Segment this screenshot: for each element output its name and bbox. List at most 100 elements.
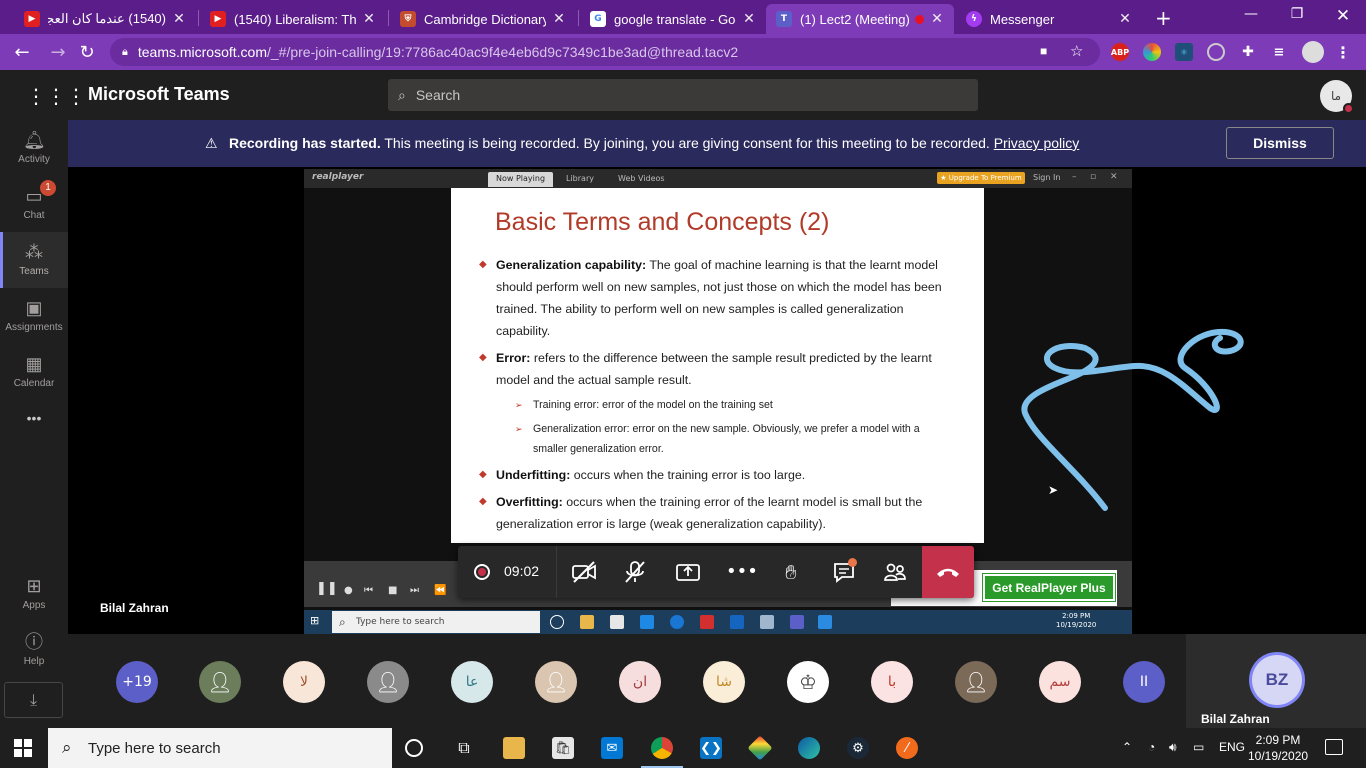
browser-tab[interactable]: ⛨ Cambridge Dictionary | ✕ [390,4,576,34]
close-tab-icon[interactable]: ✕ [1118,11,1132,27]
taskbar-search-box[interactable]: ⌕ Type here to search [48,728,392,768]
rail-item-apps[interactable]: ⊞ Apps [0,566,68,622]
browser-tab[interactable]: ▶ (1540) عندما كان العجيري ✕ [14,4,196,34]
rail-item-assignments[interactable]: ▣ Assignments [0,288,68,344]
restore-window-button[interactable]: ❐ [1274,6,1320,22]
camera-blocked-icon[interactable]: ■ [1040,44,1047,58]
privacy-policy-link[interactable]: Privacy policy [994,135,1080,151]
rail-item-chat[interactable]: ▭ 1 Chat [0,176,68,232]
share-screen-button[interactable] [675,559,701,585]
browser-tab[interactable]: ϟ Messenger ✕ [956,4,1142,34]
rail-item-activity[interactable]: 🔔︎ Activity [0,120,68,176]
windows-start-button[interactable] [14,739,32,757]
participant-avatar[interactable]: ان [619,661,661,703]
show-hidden-icons[interactable]: ⌃ [1122,740,1132,754]
mail-icon[interactable]: ✉ [601,737,623,759]
browser-tab[interactable]: G google translate - Goog ✕ [580,4,766,34]
recording-dot-icon [915,14,924,24]
participant-avatar[interactable]: شا [703,661,745,703]
raise-hand-button[interactable]: ✋︎ [778,559,804,585]
media-control-icon[interactable]: ≡ [1270,43,1288,61]
arrow-bullet-icon: ➢ [515,400,523,410]
file-explorer-icon[interactable] [503,737,525,759]
file-explorer-icon [580,615,594,629]
react-devtools-icon[interactable]: ⚛ [1175,43,1193,61]
rp-minimize-icon: – [1072,172,1077,182]
extensions-puzzle-icon[interactable]: ✚ [1239,43,1257,61]
steam-icon[interactable]: ⚙ [847,737,869,759]
record-extension-icon[interactable] [1207,43,1225,61]
edge-icon[interactable] [798,737,820,759]
more-actions-button[interactable]: ••• [726,559,758,585]
browser-tab[interactable]: ▶ (1540) Liberalism: The R ✕ [200,4,386,34]
store-icon[interactable]: 🛍︎ [552,737,574,759]
rail-item-teams[interactable]: ⁂ Teams [0,232,68,288]
vscode-icon[interactable]: ❮❯ [700,737,722,759]
participant-avatar[interactable]: ♔ [787,661,829,703]
app-launcher-icon[interactable]: ⋮⋮⋮ [26,84,86,108]
participant-avatar[interactable]: 👤︎ [367,661,409,703]
participant-avatar[interactable]: 👤︎ [535,661,577,703]
taskbar-clock[interactable]: 2:09 PM 10/19/2020 [1248,732,1308,764]
participant-avatar[interactable]: سم [1039,661,1081,703]
participant-overflow[interactable]: +19 [116,661,158,703]
camera-off-button[interactable] [571,559,597,585]
forward-button[interactable]: → [48,42,68,63]
address-bar[interactable]: 🔒︎ teams.microsoft.com/_#/pre-join-calli… [110,38,1100,66]
shared-windows-taskbar: ⊞ Type here to search 2:09 PM10/19/2020 [304,610,1132,634]
language-indicator[interactable]: ENG [1219,740,1245,754]
app-icon[interactable]: ⁄ [896,737,918,759]
user-avatar[interactable]: ما [1320,80,1354,114]
self-view: BZ Bilal Zahran [1186,634,1366,728]
browser-tab-active[interactable]: T (1) Lect2 (Meeting) ✕ [766,4,954,34]
diamond-bullet-icon: ◆ [479,259,487,270]
rail-item-calendar[interactable]: ▦ Calendar [0,344,68,400]
wifi-icon[interactable]: ◔ [1148,740,1155,754]
rp-close-icon: ✕ [1110,172,1118,182]
reload-button[interactable]: ↻ [77,42,97,63]
tab-title: (1540) عندما كان العجيري [48,11,166,26]
new-tab-button[interactable]: + [1155,6,1172,30]
battery-icon[interactable]: ▭ [1193,740,1204,754]
crown-icon: ♔ [799,670,817,694]
download-app-button[interactable]: ⤓ [4,682,63,718]
browser-menu-icon[interactable]: ⋮ [1334,43,1352,62]
close-tab-icon[interactable]: ✕ [930,11,944,27]
paint-app-icon[interactable] [747,735,773,761]
close-tab-icon[interactable]: ✕ [552,11,566,27]
chrome-icon[interactable] [641,737,683,768]
rail-more-button[interactable]: ••• [0,410,68,440]
apps-icon: ⊞ [26,576,42,596]
participant-avatar[interactable]: لا [283,661,325,703]
close-tab-icon[interactable]: ✕ [362,11,376,27]
rail-label: Calendar [13,378,55,389]
bookmark-star-icon[interactable]: ☆ [1070,42,1083,60]
show-participants-button[interactable] [882,559,908,585]
rail-item-help[interactable]: ⓘ Help [0,622,68,678]
store-icon [610,615,624,629]
back-button[interactable]: ← [12,42,32,63]
task-view-icon[interactable]: ⧉ [453,737,475,759]
dismiss-button[interactable]: Dismiss [1226,127,1334,159]
cortana-icon[interactable] [405,739,423,757]
minimize-window-button[interactable]: — [1228,6,1274,22]
participant-avatar[interactable]: با [871,661,913,703]
tab-separator [388,10,389,26]
search-input[interactable]: ⌕ Search [388,79,978,111]
participant-avatar[interactable]: عا [451,661,493,703]
participant-avatar[interactable]: II [1123,661,1165,703]
close-tab-icon[interactable]: ✕ [172,11,186,27]
participant-avatar[interactable]: 👤︎ [955,661,997,703]
adblock-icon[interactable]: ABP [1111,43,1129,61]
close-tab-icon[interactable]: ✕ [742,11,756,27]
hand-icon: ✋︎ [785,560,797,584]
notifications-icon[interactable] [1325,739,1343,755]
participant-avatar[interactable]: 👤︎ [199,661,241,703]
profile-avatar-icon[interactable] [1302,41,1324,63]
close-window-button[interactable]: ✕ [1320,6,1366,26]
color-picker-extension-icon[interactable] [1143,43,1161,61]
teams-icon: ⁂ [25,242,43,262]
mute-button[interactable] [622,559,648,585]
volume-icon[interactable]: 🔊︎ [1169,740,1177,755]
hang-up-button[interactable] [922,546,974,598]
